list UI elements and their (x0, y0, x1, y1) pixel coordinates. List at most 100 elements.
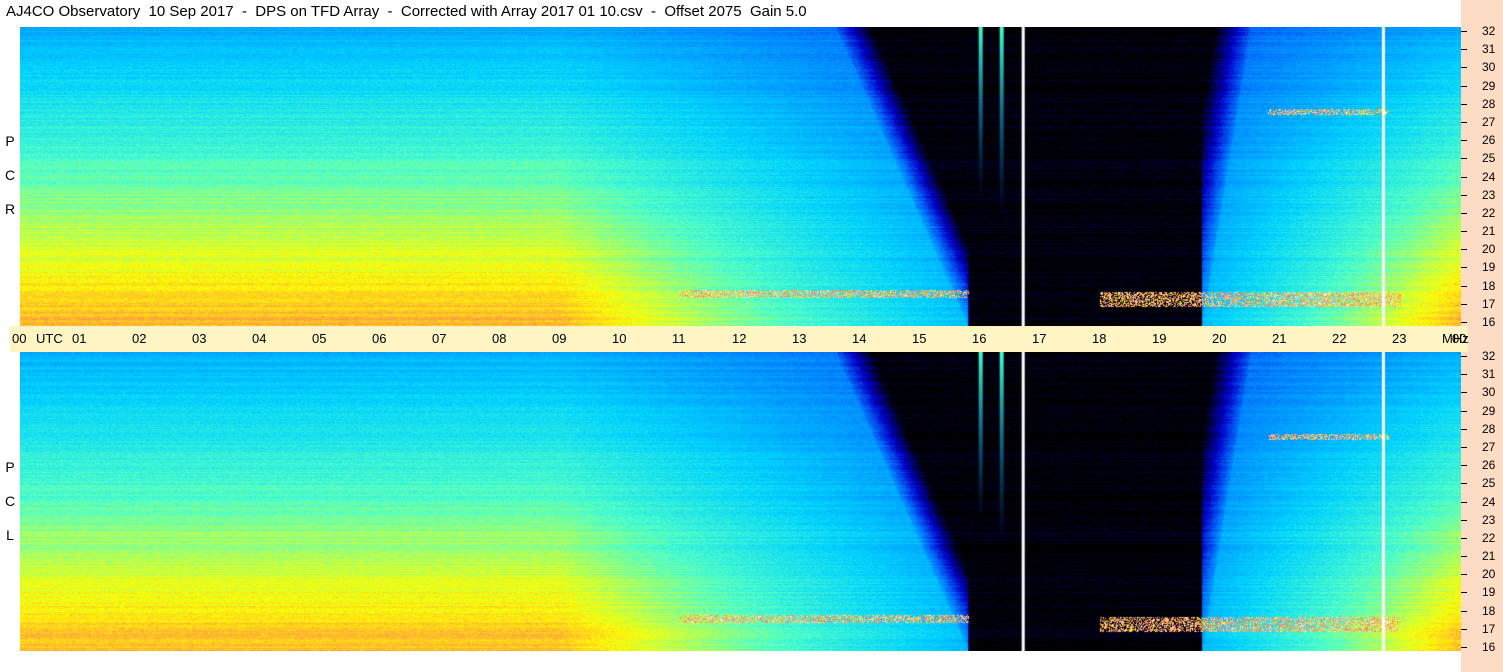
freq-tick-top-11: 21 (1482, 224, 1496, 239)
label-top-letter-3: R (4, 201, 16, 217)
hour-tick-0: 00 (12, 331, 27, 346)
spectrogram-rcp (20, 27, 1461, 326)
freq-tick-bot-0: 32 (1482, 349, 1496, 363)
freq-tickmark-bot-5 (1461, 446, 1467, 448)
freq-tickmark-bot-4 (1461, 428, 1467, 430)
freq-tickmark-top-6 (1461, 140, 1467, 142)
freq-tickmark-top-8 (1461, 176, 1467, 178)
freq-tickmark-top-9 (1461, 194, 1467, 196)
freq-tick-bot-13: 19 (1482, 585, 1496, 600)
freq-tick-bot-6: 26 (1482, 458, 1496, 473)
spectrogram-lcp (20, 352, 1461, 651)
label-bot-letter-2: C (4, 493, 16, 509)
freq-tickmark-bot-0 (1461, 356, 1467, 357)
freq-tickmark-top-12 (1461, 249, 1467, 251)
freq-tickmark-bot-16 (1461, 647, 1467, 648)
freq-tick-top-0: 32 (1482, 24, 1496, 38)
label-bot-letter-1: P (5, 459, 15, 475)
freq-tick-top-10: 22 (1482, 205, 1496, 220)
freq-tick-top-4: 28 (1482, 96, 1496, 111)
freq-tick-top-15: 17 (1482, 296, 1496, 311)
freq-tickmark-bot-9 (1461, 519, 1467, 521)
freq-tick-bot-16: 16 (1482, 640, 1496, 654)
freq-tickmark-bot-12 (1461, 574, 1467, 576)
hour-tick-12: 12 (732, 331, 747, 346)
freq-tickmark-bot-15 (1461, 628, 1467, 630)
freq-tick-top-7: 25 (1482, 151, 1496, 166)
hour-tick-15: 15 (912, 331, 927, 346)
freq-tickmark-top-2 (1461, 67, 1467, 69)
label-bot-letter-3: L (6, 527, 14, 543)
freq-tickmark-bot-6 (1461, 465, 1467, 467)
time-axis: 00 01 02 03 04 05 06 07 08 09 10 11 12 13 14 15 16 17 18 19… (10, 326, 1469, 352)
freq-tickmark-top-13 (1461, 267, 1467, 269)
freq-tickmark-bot-14 (1461, 610, 1467, 612)
freq-tickmark-bot-1 (1461, 374, 1467, 376)
freq-tick-top-3: 29 (1482, 78, 1496, 93)
freq-tick-top-16: 16 (1482, 315, 1496, 329)
freq-tick-bot-10: 22 (1482, 530, 1496, 545)
freq-tick-bot-15: 17 (1482, 621, 1496, 636)
freq-tickmark-bot-8 (1461, 501, 1467, 503)
freq-tick-bot-5: 27 (1482, 439, 1496, 454)
freq-tick-bot-1: 31 (1482, 367, 1496, 382)
freq-tickmark-top-5 (1461, 121, 1467, 123)
hour-tick-9: 09 (552, 331, 567, 346)
freq-tick-top-6: 26 (1482, 133, 1496, 148)
chart-title: AJ4CO Observatory 10 Sep 2017 - DPS on T… (6, 3, 807, 20)
hour-tick-16: 16 (972, 331, 987, 346)
freq-tickmark-bot-2 (1461, 392, 1467, 394)
freq-tick-top-1: 31 (1482, 42, 1496, 57)
freq-tickmark-top-14 (1461, 285, 1467, 287)
freq-tickmark-top-16 (1461, 322, 1467, 323)
freq-tick-top-12: 20 (1482, 242, 1496, 257)
hour-tick-6: 06 (372, 331, 387, 346)
label-top-letter-1: P (5, 133, 15, 149)
hour-tick-22: 22 (1332, 331, 1347, 346)
hour-tick-23: 23 (1392, 331, 1407, 346)
label-top-letter-2: C (4, 167, 16, 183)
freq-tick-top-13: 19 (1482, 260, 1496, 275)
freq-tickmark-top-1 (1461, 49, 1467, 51)
freq-tick-bot-3: 29 (1482, 403, 1496, 418)
heatmap-rcp (20, 27, 1461, 326)
heatmap-lcp (20, 352, 1461, 651)
hour-tick-10: 10 (612, 331, 627, 346)
freq-tickmark-top-15 (1461, 303, 1467, 305)
freq-tick-bot-2: 30 (1482, 385, 1496, 400)
hour-tick-7: 07 (432, 331, 447, 346)
freq-tick-top-8: 24 (1482, 169, 1496, 184)
freq-tickmark-top-0 (1461, 31, 1467, 32)
freq-tick-bot-12: 20 (1482, 567, 1496, 582)
freq-tick-bot-14: 18 (1482, 603, 1496, 618)
freq-tickmark-bot-11 (1461, 556, 1467, 558)
freq-tickmark-bot-13 (1461, 592, 1467, 594)
hour-tick-2: 02 (132, 331, 147, 346)
hour-tick-3: 03 (192, 331, 207, 346)
freq-tick-top-14: 18 (1482, 278, 1496, 293)
hour-tick-14: 14 (852, 331, 867, 346)
freq-tick-top-9: 23 (1482, 187, 1496, 202)
freq-tickmark-bot-3 (1461, 410, 1467, 412)
freq-tick-top-2: 30 (1482, 60, 1496, 75)
hour-tick-8: 08 (492, 331, 507, 346)
mhz-label: MHz (1442, 331, 1469, 346)
hour-tick-20: 20 (1212, 331, 1227, 346)
freq-tickmark-top-7 (1461, 158, 1467, 160)
hour-tick-17: 17 (1032, 331, 1047, 346)
hour-tick-1: 01 (72, 331, 87, 346)
hour-tick-11: 11 (672, 331, 686, 346)
freq-tickmark-bot-7 (1461, 483, 1467, 485)
freq-tickmark-top-11 (1461, 231, 1467, 233)
freq-tickmark-top-10 (1461, 212, 1467, 214)
freq-tickmark-top-3 (1461, 85, 1467, 87)
freq-tick-bot-9: 23 (1482, 512, 1496, 527)
freq-tick-bot-4: 28 (1482, 421, 1496, 436)
freq-tick-bot-7: 25 (1482, 476, 1496, 491)
freq-tickmark-bot-10 (1461, 537, 1467, 539)
freq-tick-bot-11: 21 (1482, 549, 1496, 564)
hour-tick-5: 05 (312, 331, 327, 346)
utc-label: UTC (36, 331, 63, 346)
freq-tick-bot-8: 24 (1482, 494, 1496, 509)
hour-tick-19: 19 (1152, 331, 1167, 346)
